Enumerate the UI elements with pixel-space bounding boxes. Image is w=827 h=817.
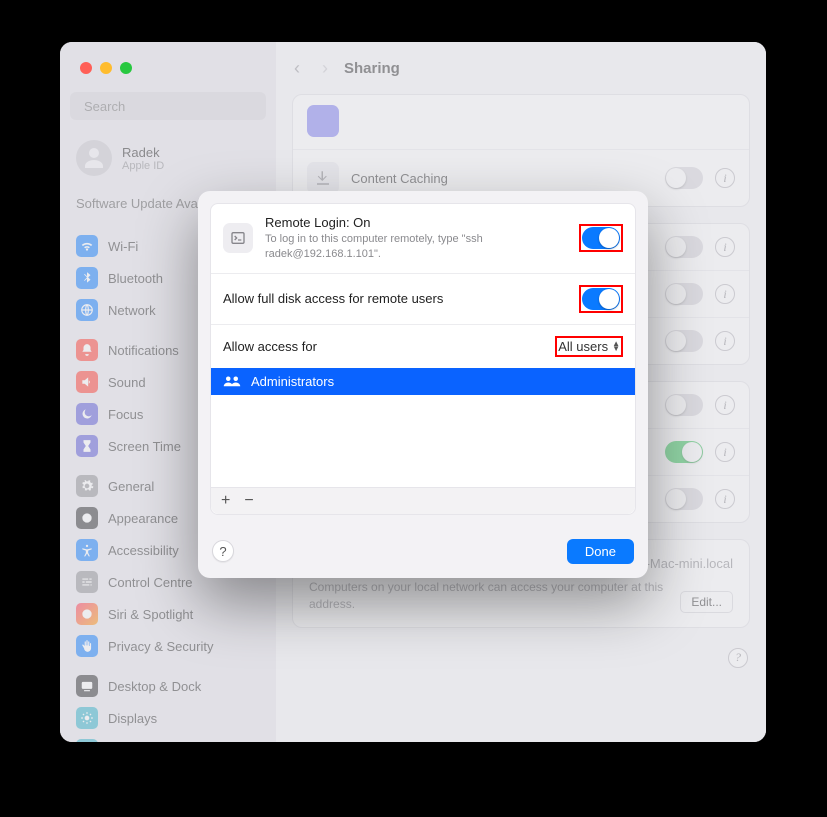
modal-card: Remote Login: On To log in to this compu… (210, 203, 636, 515)
list-footer: + − (211, 487, 635, 514)
remote-login-modal: Remote Login: On To log in to this compu… (198, 191, 648, 578)
user-list-empty (211, 395, 635, 487)
user-list-item[interactable]: Administrators (211, 368, 635, 395)
zoom-window-button[interactable] (120, 62, 132, 74)
full-disk-toggle[interactable] (582, 288, 620, 310)
remote-login-toggle[interactable] (582, 227, 620, 249)
remove-user-button[interactable]: − (244, 492, 253, 510)
modal-help-button[interactable]: ? (212, 540, 234, 562)
minimize-window-button[interactable] (100, 62, 112, 74)
remote-login-title: Remote Login: On (265, 215, 567, 230)
full-disk-label: Allow full disk access for remote users (223, 291, 567, 306)
highlight-access-select: All users ▲▼ (555, 336, 623, 357)
chevron-updown-icon: ▲▼ (612, 341, 620, 351)
allow-access-label: Allow access for (223, 339, 317, 354)
add-user-button[interactable]: + (221, 492, 230, 510)
close-window-button[interactable] (80, 62, 92, 74)
highlight-fulldisk-toggle (579, 285, 623, 313)
terminal-icon (223, 223, 253, 253)
remote-login-desc: To log in to this computer remotely, typ… (265, 232, 567, 262)
users-icon (223, 374, 241, 388)
user-list: Administrators (211, 368, 635, 487)
allow-access-select[interactable]: All users ▲▼ (558, 339, 620, 354)
done-button[interactable]: Done (567, 539, 634, 564)
window-controls (80, 62, 132, 74)
highlight-remote-toggle (579, 224, 623, 252)
